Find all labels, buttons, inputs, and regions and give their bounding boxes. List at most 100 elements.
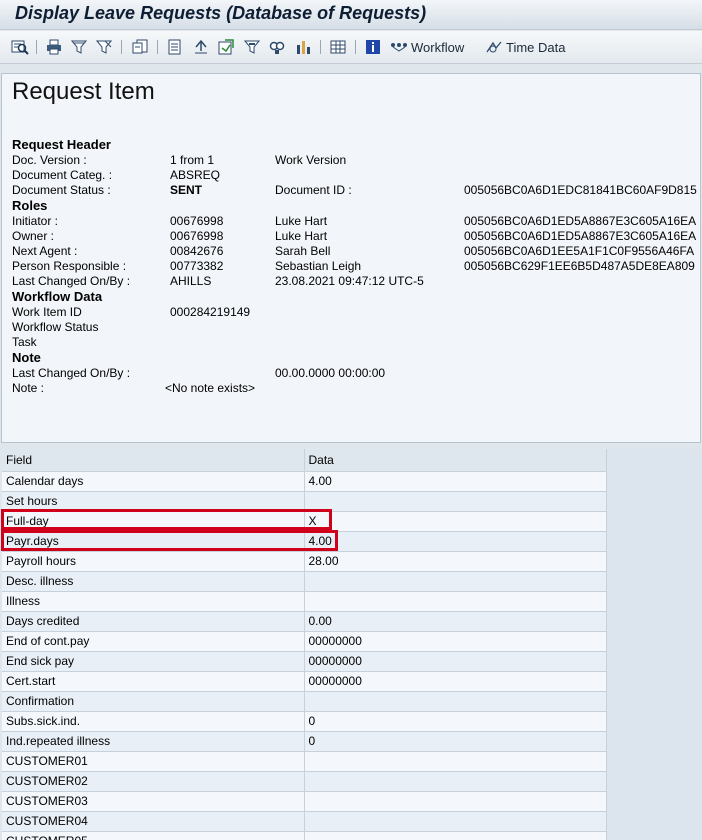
info-icon[interactable]: [364, 37, 382, 57]
table-row[interactable]: Days credited 0.00: [2, 611, 607, 632]
export-icon[interactable]: [166, 37, 184, 57]
table-row[interactable]: CUSTOMER03: [2, 791, 607, 812]
table-row[interactable]: Calendar days 4.00: [2, 471, 607, 492]
table-row[interactable]: Confirmation: [2, 691, 607, 712]
last-changed-label: Last Changed On/By :: [12, 274, 131, 288]
data-cell[interactable]: [304, 491, 607, 512]
data-cell[interactable]: [304, 691, 607, 712]
field-cell[interactable]: CUSTOMER02: [2, 771, 305, 792]
field-cell[interactable]: End sick pay: [2, 651, 305, 672]
data-cell[interactable]: X: [304, 511, 607, 532]
table-row[interactable]: Payr.days 4.00: [2, 531, 607, 552]
doc-version-extra: Work Version: [275, 153, 347, 167]
data-cell[interactable]: [304, 811, 607, 832]
toolbar-separator: [320, 40, 321, 54]
toolbar-separator: [355, 40, 356, 54]
grid-icon[interactable]: [329, 37, 347, 57]
data-cell[interactable]: 4.00: [304, 531, 607, 552]
data-cell[interactable]: 4.00: [304, 471, 607, 492]
view-icon[interactable]: [130, 37, 150, 57]
field-cell[interactable]: CUSTOMER01: [2, 751, 305, 772]
time-data-label: Time Data: [506, 39, 566, 55]
doc-version-value: 1 from 1: [170, 153, 215, 167]
field-data-grid-area: Field Data Calendar days 4.00 Set hours F…: [2, 449, 702, 840]
save-icon[interactable]: [217, 37, 235, 57]
field-cell[interactable]: Payr.days: [2, 531, 305, 552]
filter-icon[interactable]: [70, 37, 88, 57]
table-row[interactable]: CUSTOMER01: [2, 751, 607, 772]
next-agent-id: 00842676: [170, 244, 224, 258]
next-agent-label: Next Agent :: [12, 244, 78, 258]
section-note: Note: [12, 350, 41, 365]
table-row[interactable]: Subs.sick.ind. 0: [2, 711, 607, 732]
data-cell[interactable]: [304, 771, 607, 792]
data-cell[interactable]: 28.00: [304, 551, 607, 572]
field-cell[interactable]: CUSTOMER05: [2, 831, 305, 840]
owner-name: Luke Hart: [275, 229, 328, 243]
field-cell[interactable]: Confirmation: [2, 691, 305, 712]
owner-id: 00676998: [170, 229, 224, 243]
note-last-changed-label: Last Changed On/By :: [12, 366, 131, 380]
table-row[interactable]: CUSTOMER05: [2, 831, 607, 840]
note-last-changed-value: 00.00.0000 00:00:00: [275, 366, 386, 380]
person-responsible-name: Sebastian Leigh: [275, 259, 362, 273]
data-cell[interactable]: [304, 751, 607, 772]
field-cell[interactable]: Ind.repeated illness: [2, 731, 305, 752]
delete-filter-icon[interactable]: [95, 37, 113, 57]
note-value: <No note exists>: [165, 381, 256, 395]
table-row[interactable]: Cert.start 00000000: [2, 671, 607, 692]
data-cell[interactable]: 0: [304, 731, 607, 752]
table-row[interactable]: Full-day X: [2, 511, 607, 532]
field-cell[interactable]: CUSTOMER03: [2, 791, 305, 812]
last-changed-by: AHILLS: [170, 274, 212, 288]
table-row[interactable]: End of cont.pay 00000000: [2, 631, 607, 652]
toolbar-separator: [121, 40, 122, 54]
field-cell[interactable]: Payroll hours: [2, 551, 305, 572]
time-data-button[interactable]: Time Data: [485, 37, 565, 57]
data-cell[interactable]: 00000000: [304, 651, 607, 672]
data-cell[interactable]: 0.00: [304, 611, 607, 632]
table-row[interactable]: CUSTOMER04: [2, 811, 607, 832]
doc-categ-value: ABSREQ: [170, 168, 221, 182]
data-cell[interactable]: 00000000: [304, 631, 607, 652]
column-header-data[interactable]: Data: [304, 449, 607, 472]
field-cell[interactable]: Subs.sick.ind.: [2, 711, 305, 732]
field-cell[interactable]: Calendar days: [2, 471, 305, 492]
table-row[interactable]: End sick pay 00000000: [2, 651, 607, 672]
table-row[interactable]: Payroll hours 28.00: [2, 551, 607, 572]
person-responsible-id: 00773382: [170, 259, 224, 273]
initiator-guid: 005056BC0A6D1ED5A8867E3C605A16EA: [464, 214, 697, 228]
table-row[interactable]: Set hours: [2, 491, 607, 512]
data-cell[interactable]: 00000000: [304, 671, 607, 692]
note-label: Note :: [12, 381, 45, 395]
initiator-name: Luke Hart: [275, 214, 328, 228]
chart-icon[interactable]: [294, 37, 312, 57]
table-row[interactable]: CUSTOMER02: [2, 771, 607, 792]
column-header-field[interactable]: Field: [2, 449, 305, 472]
field-cell[interactable]: Desc. illness: [2, 571, 305, 592]
field-cell[interactable]: CUSTOMER04: [2, 811, 305, 832]
data-cell[interactable]: 0: [304, 711, 607, 732]
doc-categ-label: Document Categ. :: [12, 168, 113, 182]
data-cell[interactable]: [304, 791, 607, 812]
layout-icon[interactable]: [243, 37, 261, 57]
field-cell[interactable]: Full-day: [2, 511, 305, 532]
table-row[interactable]: Desc. illness: [2, 571, 607, 592]
upload-icon[interactable]: [192, 37, 210, 57]
field-cell[interactable]: Illness: [2, 591, 305, 612]
field-cell[interactable]: End of cont.pay: [2, 631, 305, 652]
field-cell[interactable]: Cert.start: [2, 671, 305, 692]
workflow-button[interactable]: Workflow: [390, 37, 464, 57]
data-cell[interactable]: [304, 831, 607, 840]
table-row[interactable]: Ind.repeated illness 0: [2, 731, 607, 752]
doc-version-label: Doc. Version :: [12, 153, 87, 167]
data-cell[interactable]: [304, 591, 607, 612]
field-cell[interactable]: Days credited: [2, 611, 305, 632]
table-row[interactable]: Illness: [2, 591, 607, 612]
details-search-icon[interactable]: [10, 37, 30, 57]
print-icon[interactable]: [45, 37, 63, 57]
field-cell[interactable]: Set hours: [2, 491, 305, 512]
find-icon[interactable]: [268, 37, 286, 57]
doc-id-value: 005056BC0A6D1EDC81841BC60AF9D815: [464, 183, 697, 197]
data-cell[interactable]: [304, 571, 607, 592]
